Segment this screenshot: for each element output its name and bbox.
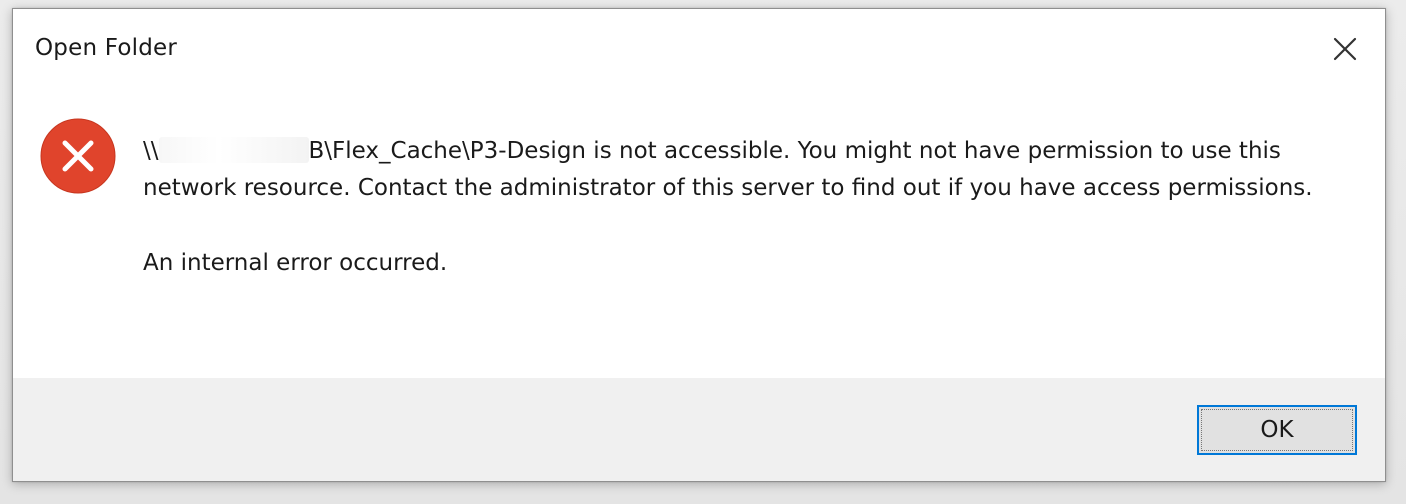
path-prefix: \\ [143, 138, 159, 164]
error-message-secondary: An internal error occurred. [143, 250, 448, 276]
close-icon [1333, 37, 1357, 61]
button-bar: OK [13, 378, 1385, 481]
path-and-description: B\Flex_Cache\P3-Design is not accessible… [143, 138, 1313, 201]
open-folder-dialog: Open Folder \\ B\Flex_Cache\P3-Design is … [12, 8, 1386, 482]
ok-button[interactable]: OK [1197, 405, 1357, 455]
error-icon [40, 118, 116, 194]
close-button[interactable] [1325, 29, 1365, 69]
redacted-server-name [158, 137, 309, 163]
error-message-main: \\ B\Flex_Cache\P3-Design is not accessib… [143, 133, 1353, 207]
title-bar[interactable]: Open Folder [13, 9, 1385, 87]
dialog-title: Open Folder [35, 35, 178, 61]
dialog-content: \\ B\Flex_Cache\P3-Design is not accessib… [13, 87, 1385, 379]
error-message: \\ B\Flex_Cache\P3-Design is not accessib… [143, 133, 1353, 282]
